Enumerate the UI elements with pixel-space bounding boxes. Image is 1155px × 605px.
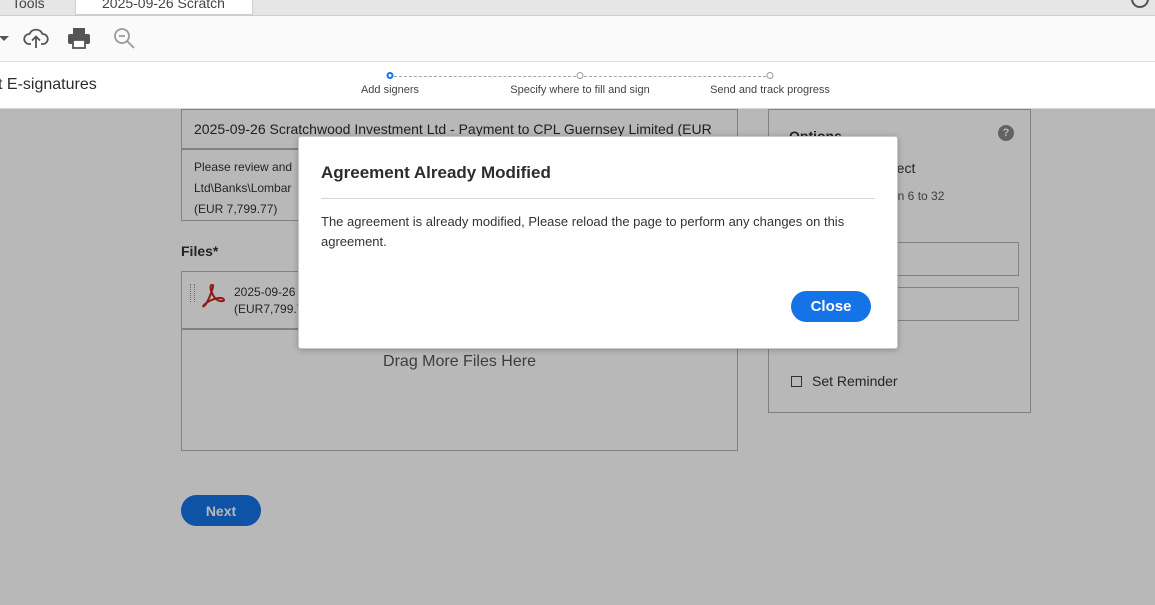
cloud-upload-icon[interactable] xyxy=(22,24,50,52)
zoom-icon[interactable] xyxy=(110,24,138,52)
help-icon[interactable] xyxy=(1131,0,1149,8)
agreement-modified-dialog: Agreement Already Modified The agreement… xyxy=(298,136,898,349)
page-title: t E-signatures xyxy=(0,76,97,93)
step-specify-fields[interactable]: Specify where to fill and sign xyxy=(510,84,649,96)
step-send-track[interactable]: Send and track progress xyxy=(710,84,830,96)
tab-document[interactable]: 2025-09-26 Scratch xyxy=(75,0,253,15)
dialog-message: The agreement is already modified, Pleas… xyxy=(321,214,845,249)
stepper-connector xyxy=(584,76,766,77)
page-header: t E-signatures Add signers Specify where… xyxy=(0,62,1155,109)
step-add-signers[interactable]: Add signers xyxy=(361,84,419,96)
print-icon[interactable] xyxy=(65,24,93,52)
dialog-title: Agreement Already Modified xyxy=(321,163,551,182)
step-indicator-add-signers xyxy=(386,72,394,79)
tab-tools[interactable]: Tools xyxy=(12,0,45,14)
step-indicator-specify xyxy=(576,72,584,79)
tab-strip: Tools 2025-09-26 Scratch xyxy=(0,0,1155,16)
chevron-down-icon[interactable] xyxy=(0,24,18,52)
close-button[interactable]: Close xyxy=(791,291,871,322)
dialog-divider xyxy=(321,198,875,199)
toolbar xyxy=(0,16,1155,62)
step-indicator-send xyxy=(766,72,774,79)
stepper-connector xyxy=(394,76,576,77)
